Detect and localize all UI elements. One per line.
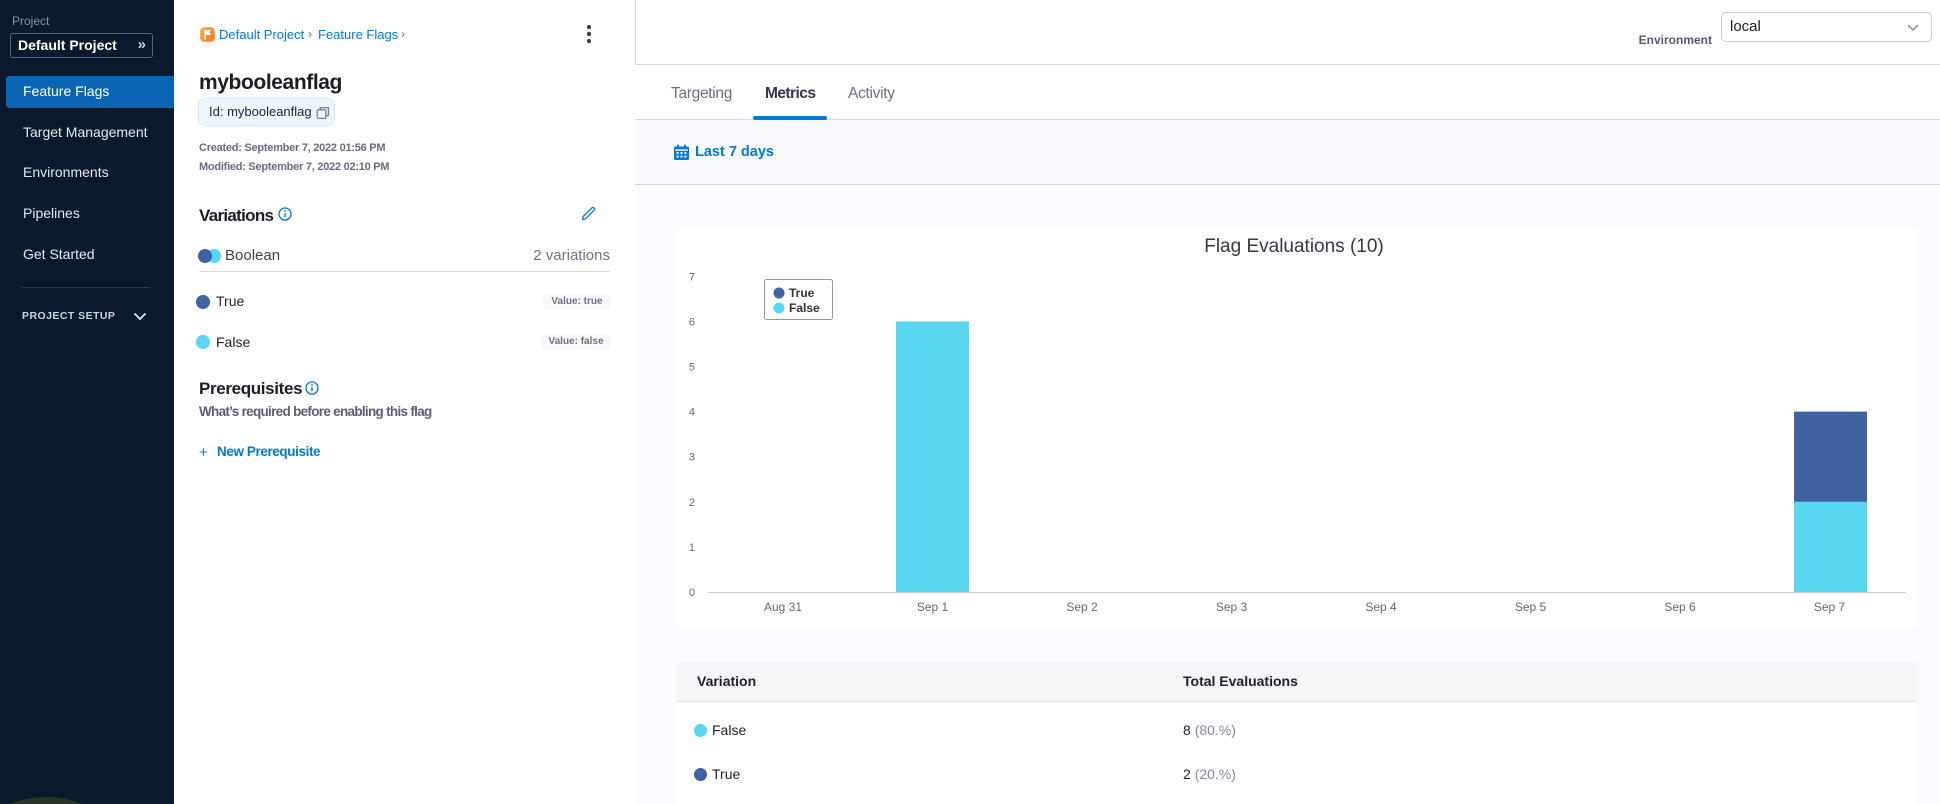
svg-text:Sep 4: Sep 4: [1365, 600, 1397, 614]
svg-text:0: 0: [689, 587, 695, 599]
svg-text:3: 3: [689, 452, 695, 464]
svg-text:6: 6: [689, 316, 695, 328]
svg-text:4: 4: [689, 407, 695, 419]
svg-text:True: True: [789, 286, 815, 300]
svg-text:Sep 6: Sep 6: [1664, 600, 1696, 614]
svg-text:5: 5: [689, 362, 695, 374]
svg-text:False: False: [789, 301, 820, 315]
svg-text:Sep 2: Sep 2: [1066, 600, 1098, 614]
svg-text:Sep 5: Sep 5: [1515, 600, 1547, 614]
svg-text:Sep 3: Sep 3: [1216, 600, 1248, 614]
svg-text:2: 2: [689, 497, 695, 509]
svg-text:1: 1: [689, 542, 695, 554]
svg-text:Flag Evaluations (10): Flag Evaluations (10): [1204, 236, 1384, 257]
svg-text:7: 7: [689, 271, 695, 283]
svg-text:Aug 31: Aug 31: [764, 600, 802, 614]
svg-text:Sep 7: Sep 7: [1814, 600, 1846, 614]
svg-text:Sep 1: Sep 1: [917, 600, 949, 614]
